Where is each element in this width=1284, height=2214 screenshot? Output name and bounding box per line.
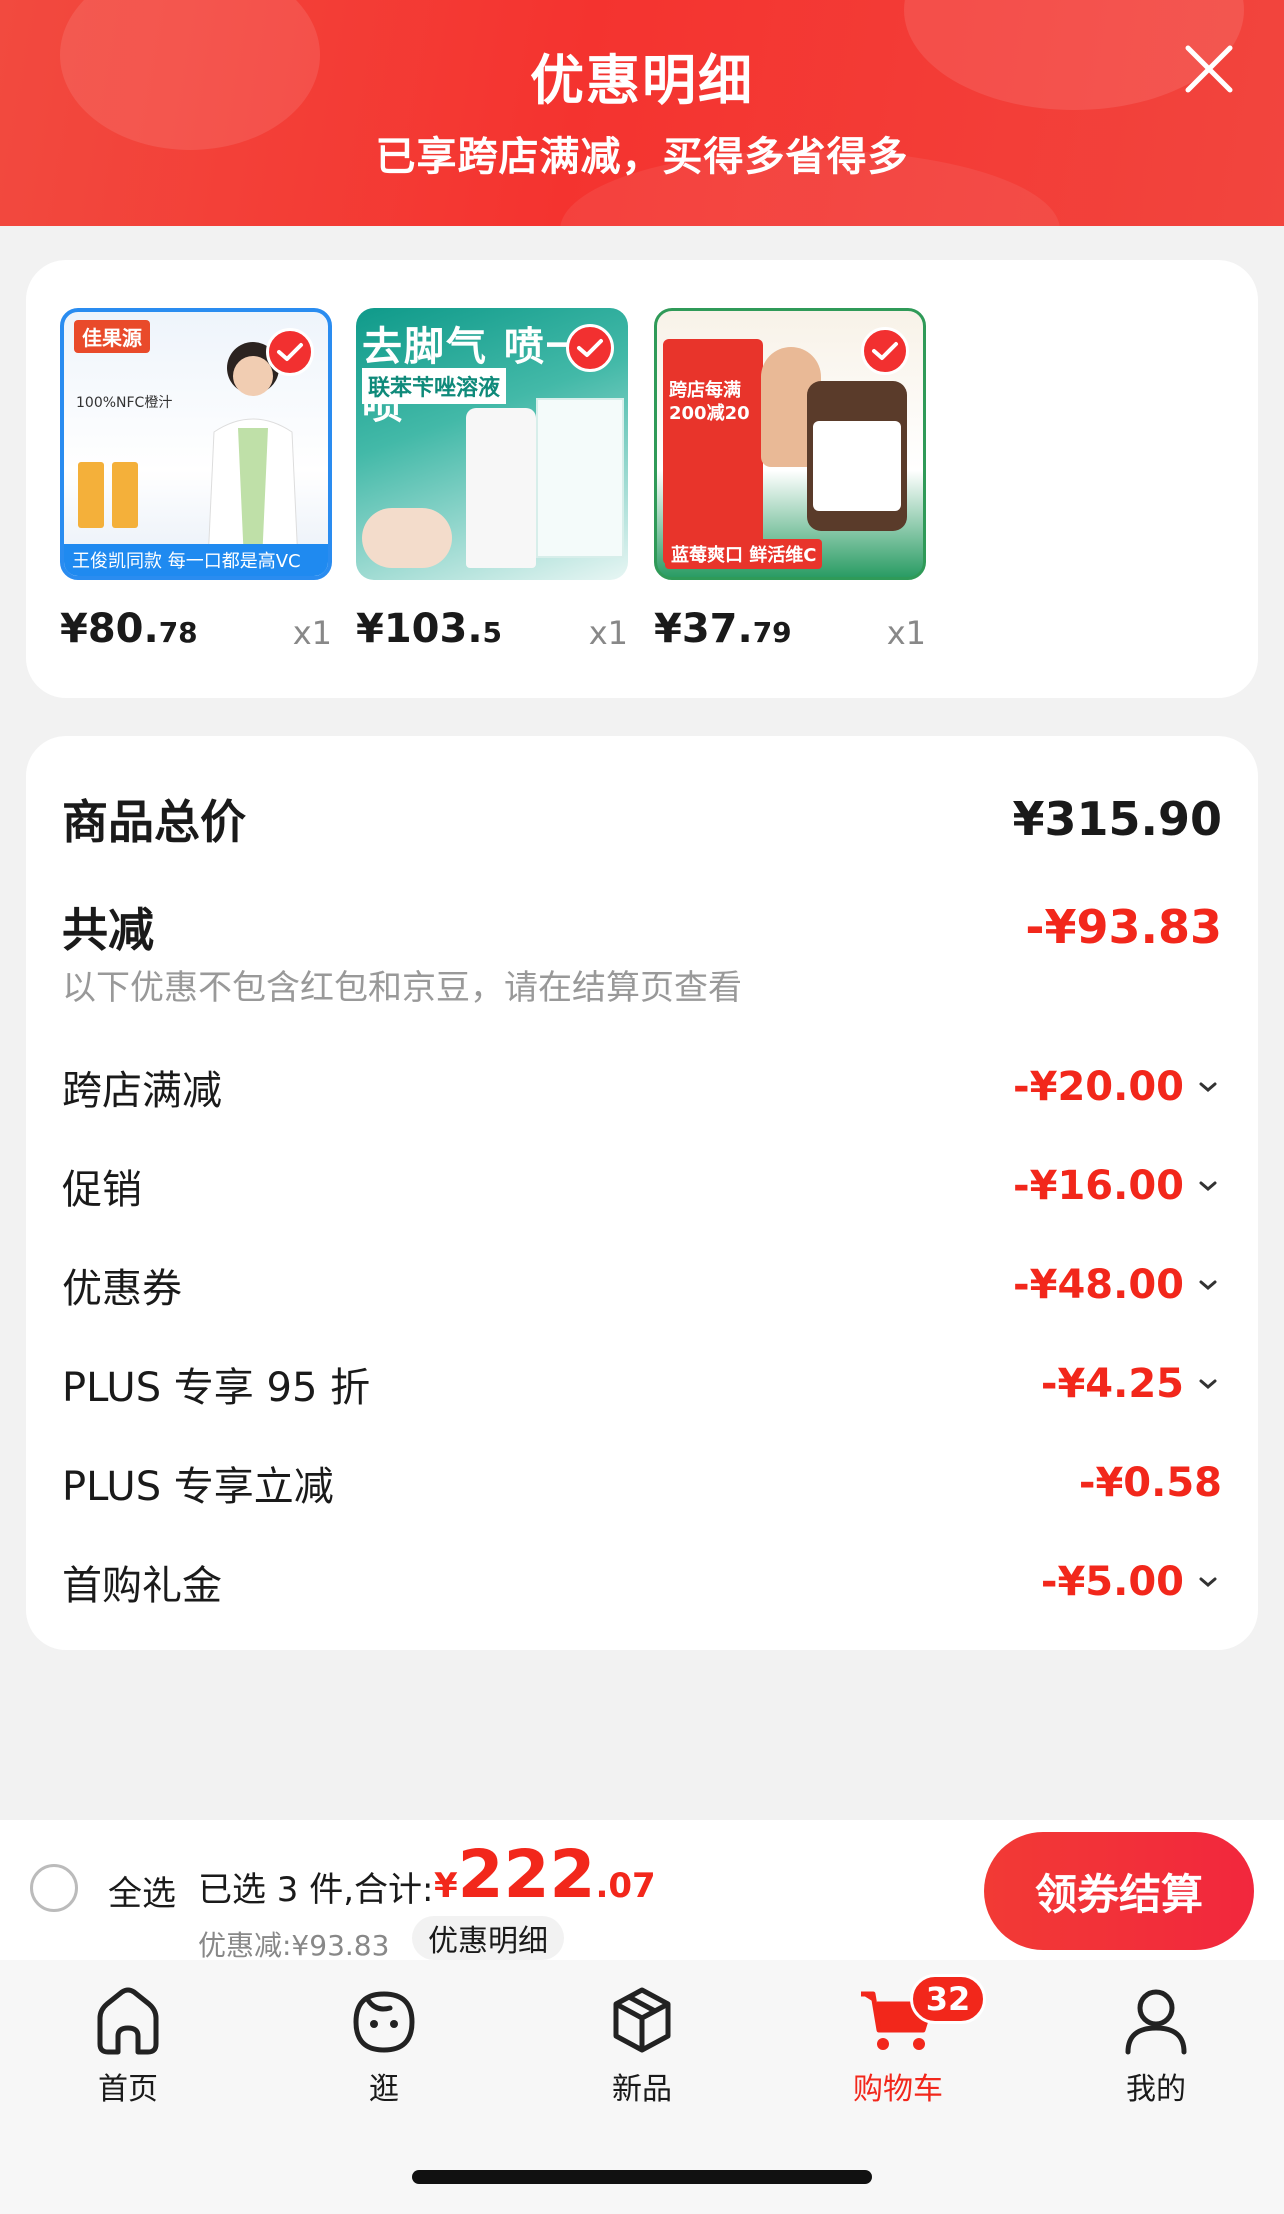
discount-value: -¥20.00 [1013,1064,1184,1110]
product-price: ¥103.5 [356,606,502,652]
discount-value: -¥16.00 [1013,1163,1184,1209]
discount-label: PLUS 专享 95 折 [62,1365,371,1411]
panel-title: 优惠明细 [530,49,754,112]
product-thumbnail: 去脚气 喷一喷 联苯苄唑溶液 [356,308,628,580]
discount-label: 促销 [62,1167,142,1213]
discount-label: 首购礼金 [62,1563,222,1609]
product-quantity: x1 [886,614,926,652]
check-icon [566,324,614,372]
product-thumbnail: 跨店每满200减20 蓝莓爽口 鲜活维C [654,308,926,580]
discount-value: -¥4.25 [1040,1361,1184,1407]
product-quantity: x1 [588,614,628,652]
tab-label: 逛 [369,2072,399,2107]
jar-image [807,381,907,531]
total-price-row: 商品总价 ¥315.90 [62,786,1222,852]
tab-label: 购物车 [853,2072,943,2107]
discount-row-promo[interactable]: 促销 -¥16.00 [62,1157,1222,1215]
product-quantity: x1 [292,614,332,652]
user-icon [1125,1989,1187,2055]
discount-note: 以下优惠不包含红包和京豆，请在结算页查看 [62,968,742,1008]
tab-mine[interactable]: 我的 [1076,1982,1236,2108]
home-indicator[interactable] [412,2170,872,2184]
product-item[interactable]: 去脚气 喷一喷 联苯苄唑溶液 ¥103.5 x1 [356,308,628,652]
discount-summary: 优惠减:¥93.83 [198,1929,390,1962]
bottle-image [466,408,536,568]
tab-new[interactable]: 新品 [562,1982,722,2108]
promo-panel: 跨店每满200减20 [663,339,763,565]
check-icon [861,327,909,375]
tab-label: 我的 [1126,2072,1186,2107]
product-item[interactable]: 跨店每满200减20 蓝莓爽口 鲜活维C ¥37.79 x1 [654,308,926,652]
price-decimal: 78 [158,616,198,649]
panel-subtitle: 已享跨店满减，买得多省得多 [375,134,909,180]
tab-explore[interactable]: 逛 [304,1982,464,2108]
price-main: ¥103. [356,606,483,652]
face-icon [353,1991,415,2053]
total-discount-value: -¥93.83 [1025,900,1222,954]
discount-row-cross-store[interactable]: 跨店满减 -¥20.00 [62,1058,1222,1116]
thumb-band: 联苯苄唑溶液 [362,368,507,404]
select-all-label[interactable]: 全选 [108,1866,176,1915]
total-currency: ¥ [434,1866,458,1906]
checkout-bar: 全选 已选 3 件,合计: ¥222.07 优惠减:¥93.83 优惠明细 领券… [0,1820,1284,1962]
home-icon [97,1987,159,2055]
chevron-down-icon[interactable] [1194,1274,1222,1296]
discount-value: -¥0.58 [1078,1460,1222,1506]
total-decimal: .07 [595,1866,656,1906]
package-image [536,398,624,558]
product-thumbnail: 佳果源 100%NFC橙汁 王俊凯同款 每一口都是高VC [60,308,332,580]
cube-icon [613,1987,671,2053]
thumb-footer: 蓝莓爽口 鲜活维C [665,539,823,569]
juice-box-image [78,462,104,528]
check-icon [266,328,314,376]
discount-value: -¥5.00 [1040,1559,1184,1605]
thumb-brand: 佳果源 [74,320,150,353]
checkout-button[interactable]: 领券结算 [984,1832,1254,1950]
total-integer: 222 [457,1836,596,1913]
tab-home[interactable]: 首页 [48,1982,208,2108]
discount-row-plus-95[interactable]: PLUS 专享 95 折 -¥4.25 [62,1355,1222,1413]
chevron-down-icon[interactable] [1194,1076,1222,1098]
product-price: ¥37.79 [654,606,792,652]
chevron-down-icon[interactable] [1194,1571,1222,1593]
total-amount: ¥222.07 [434,1836,656,1913]
selected-products-card: 佳果源 100%NFC橙汁 王俊凯同款 每一口都是高VC ¥80.78 x1 去… [26,260,1258,698]
price-decimal: 5 [482,616,503,649]
discount-row-plus-instant: PLUS 专享立减 -¥0.58 [62,1454,1222,1512]
feet-image [362,508,452,568]
discount-label: 跨店满减 [62,1068,222,1114]
discount-row-coupon[interactable]: 优惠券 -¥48.00 [62,1256,1222,1314]
close-button[interactable] [1180,40,1238,98]
discount-detail-button[interactable]: 优惠明细 [412,1916,564,1960]
chevron-down-icon[interactable] [1194,1373,1222,1395]
select-all-checkbox[interactable] [30,1864,78,1912]
total-price-value: ¥315.90 [1012,792,1222,846]
tab-label: 首页 [98,2072,158,2107]
product-price: ¥80.78 [60,606,198,652]
product-item[interactable]: 佳果源 100%NFC橙汁 王俊凯同款 每一口都是高VC ¥80.78 x1 [60,308,332,652]
price-main: ¥80. [60,606,159,652]
total-discount-row: 共减 -¥93.83 [62,894,1222,960]
discount-label: 优惠券 [62,1266,182,1312]
discount-value: -¥48.00 [1013,1262,1184,1308]
price-decimal: 79 [752,616,792,649]
selected-count: 已选 3 件,合计: [198,1870,434,1910]
cart-count-badge: 32 [910,1974,986,2024]
discount-label: PLUS 专享立减 [62,1464,334,1510]
discount-row-first-purchase[interactable]: 首购礼金 -¥5.00 [62,1553,1222,1611]
tab-cart[interactable]: 32 购物车 [818,1974,986,2108]
tab-label: 新品 [612,2072,672,2107]
price-summary-card: 商品总价 ¥315.90 共减 -¥93.83 以下优惠不包含红包和京豆，请在结… [26,736,1258,1650]
chevron-down-icon[interactable] [1194,1175,1222,1197]
juice-box-image [112,462,138,528]
total-price-label: 商品总价 [62,795,246,849]
thumb-text: 100%NFC橙汁 [76,395,173,411]
thumb-footer: 王俊凯同款 每一口都是高VC [64,544,328,576]
total-discount-label: 共减 [62,903,154,957]
discount-detail-header: 优惠明细 已享跨店满减，买得多省得多 [0,0,1284,226]
thumb-text: 跨店每满200减20 [669,380,750,425]
close-icon [1185,45,1233,93]
price-main: ¥37. [654,606,753,652]
